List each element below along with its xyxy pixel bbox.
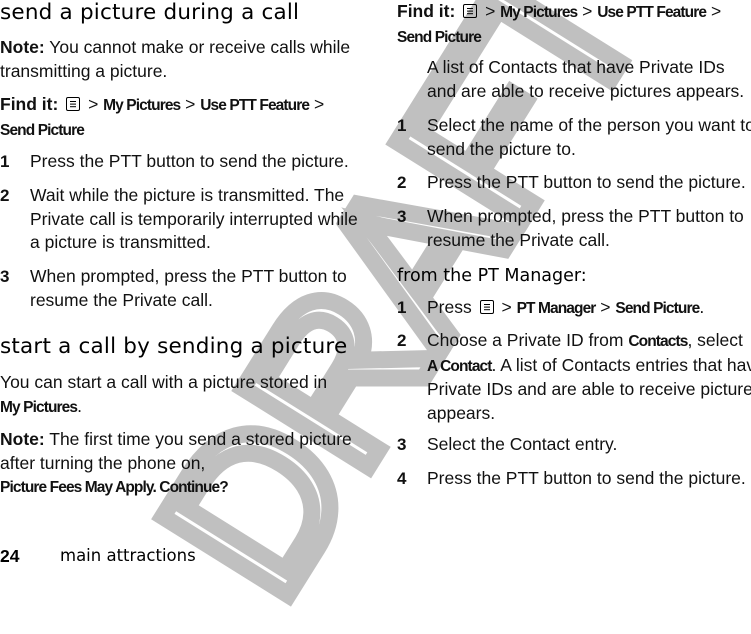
step-number: 2 xyxy=(397,173,407,192)
path-item-my-pictures: My Pictures xyxy=(103,97,181,114)
step-item: 1 Press > PT Manager > Send Picture. xyxy=(397,296,751,321)
step-text: Press the PTT button to send the picture… xyxy=(30,151,349,171)
note-text: The first time you send a stored picture… xyxy=(0,429,352,473)
note-label: Note: xyxy=(0,429,45,449)
subsection-title-pt-manager: from the PT Manager: xyxy=(397,266,587,286)
path-item-use-ptt-feature: Use PTT Feature xyxy=(597,4,707,21)
path-separator: > xyxy=(185,94,196,114)
step-item: 1 Select the name of the person you want… xyxy=(397,114,751,161)
intro-bold-my-pictures: My Pictures xyxy=(0,398,78,416)
section-title-start-call-by-picture: start a call by sending a picture xyxy=(0,334,348,359)
path-item-send-picture: Send Picture xyxy=(615,300,700,317)
path-separator: > xyxy=(582,1,593,21)
step-text: Press the PTT button to send the picture… xyxy=(427,468,746,488)
note-bold-prompt: Picture Fees May Apply. Continue? xyxy=(0,479,229,496)
intro-text: You can start a call with a picture stor… xyxy=(0,372,328,392)
step-item: 3 When prompted, press the PTT button to… xyxy=(397,205,751,252)
path-item-use-ptt-feature: Use PTT Feature xyxy=(200,97,310,114)
note-paragraph: Note: You cannot make or receive calls w… xyxy=(0,36,360,83)
step-item: 2 Choose a Private ID from Contacts, sel… xyxy=(397,329,751,425)
note-text: You cannot make or receive calls while t… xyxy=(0,37,351,81)
find-it-path: Find it: > My Pictures > Use PTT Feature… xyxy=(0,93,360,142)
step-number: 1 xyxy=(0,152,10,171)
step-number: 1 xyxy=(397,298,407,317)
step-text-prefix: Press xyxy=(427,297,477,317)
step-item: 1 Press the PTT button to send the pictu… xyxy=(0,150,360,174)
step-item: 2 Press the PTT button to send the pictu… xyxy=(397,171,751,195)
intro-end: . xyxy=(77,395,82,416)
step-text: When prompted, press the PTT button to r… xyxy=(30,266,347,310)
path-item-send-picture: Send Picture xyxy=(0,121,85,139)
find-it-path: Find it: > My Pictures > Use PTT Feature… xyxy=(397,0,751,49)
step-text: Select the name of the person you want t… xyxy=(427,115,751,159)
step-number: 2 xyxy=(397,331,407,350)
step-item: 4 Press the PTT button to send the pictu… xyxy=(397,467,751,491)
step-text: Press the PTT button to send the picture… xyxy=(427,172,746,192)
find-it-label: Find it: xyxy=(397,1,456,21)
step-text-end: . xyxy=(699,297,705,317)
ui-label-a-contact: A Contact xyxy=(427,357,492,375)
find-it-label: Find it: xyxy=(0,94,59,114)
menu-key-icon xyxy=(66,97,81,111)
path-separator: > xyxy=(485,1,496,21)
note-paragraph-2: Note: The first time you send a stored p… xyxy=(0,428,360,500)
step-number: 3 xyxy=(0,267,10,286)
path-separator: > xyxy=(710,1,722,21)
step-text: When prompted, press the PTT button to r… xyxy=(427,206,744,250)
intro-paragraph: You can start a call with a picture stor… xyxy=(0,371,360,419)
step-item: 2 Wait while the picture is transmitted.… xyxy=(0,184,360,255)
section-label: main attractions xyxy=(60,546,196,565)
step-item: 3 When prompted, press the PTT button to… xyxy=(0,265,360,312)
menu-key-icon xyxy=(463,4,478,18)
step-number: 3 xyxy=(397,207,407,226)
page-number: 24 xyxy=(0,546,20,566)
path-item-pt-manager: PT Manager xyxy=(516,300,597,317)
step-text: Select the Contact entry. xyxy=(427,434,618,454)
step-number: 2 xyxy=(0,186,10,205)
description-paragraph: A list of Contacts that have Private IDs… xyxy=(427,57,745,101)
path-item-my-pictures: My Pictures xyxy=(500,4,578,21)
step-text: Wait while the picture is transmitted. T… xyxy=(30,185,358,252)
ui-label-contacts: Contacts xyxy=(628,333,688,350)
step-number: 3 xyxy=(397,435,407,454)
menu-key-icon xyxy=(479,300,494,314)
step-item: 3 Select the Contact entry. xyxy=(397,433,751,457)
step-text: Choose a Private ID from xyxy=(427,330,629,350)
path-item-send-picture: Send Picture xyxy=(397,28,482,46)
step-text: , select xyxy=(687,330,743,350)
path-separator: > xyxy=(88,94,99,114)
step-number: 1 xyxy=(397,116,407,135)
path-separator: > xyxy=(313,94,325,114)
step-number: 4 xyxy=(397,469,407,488)
note-label: Note: xyxy=(0,37,45,57)
section-title-send-during-call: send a picture during a call xyxy=(0,0,300,25)
